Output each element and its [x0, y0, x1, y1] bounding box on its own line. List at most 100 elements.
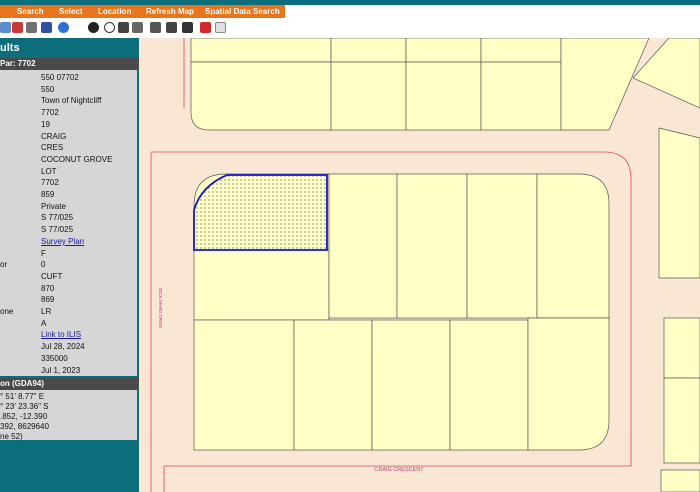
- identify-icon[interactable]: [88, 22, 99, 33]
- lot[interactable]: [480, 38, 562, 63]
- print-icon[interactable]: [26, 22, 37, 33]
- property-row: S 77/025: [0, 224, 137, 236]
- property-row: 7702: [0, 107, 137, 119]
- property-row: 19: [0, 119, 137, 131]
- coordinates-header: on (GDA94): [0, 378, 139, 390]
- street-label-dick-ward-drive: DICK WARD DRIVE: [158, 288, 163, 329]
- lot[interactable]: [658, 127, 700, 279]
- property-row: 7702: [0, 177, 137, 189]
- info-icon[interactable]: [58, 22, 69, 33]
- lot[interactable]: [371, 319, 451, 451]
- menu-search[interactable]: Search: [17, 5, 44, 18]
- property-link[interactable]: Survey Plan: [41, 236, 84, 248]
- panel-title: ults: [0, 42, 20, 54]
- property-value: 869: [41, 295, 55, 305]
- menu-spatial-data-search[interactable]: Spatial Data Search: [205, 5, 280, 18]
- property-row: F: [0, 248, 137, 260]
- property-row: A: [0, 318, 137, 330]
- property-value: 335000: [41, 353, 68, 363]
- save-icon[interactable]: [41, 22, 52, 33]
- lot[interactable]: [293, 319, 373, 451]
- property-value: Jul 28, 2024: [41, 342, 85, 352]
- property-value: CRAIG: [41, 131, 67, 141]
- property-row: S 77/025: [0, 212, 137, 224]
- lot[interactable]: [449, 319, 529, 451]
- menu-location[interactable]: Location: [98, 5, 131, 18]
- property-value: 550 07702: [41, 73, 79, 82]
- property-value: S 77/025: [41, 213, 74, 223]
- toolbar: [0, 18, 700, 38]
- property-row: 859: [0, 189, 137, 201]
- property-value: LOT: [41, 166, 57, 176]
- property-row: Jul 1, 2023: [0, 365, 137, 377]
- lot[interactable]: [480, 61, 562, 131]
- eraser-icon[interactable]: [215, 22, 226, 33]
- property-value: 0: [41, 260, 46, 270]
- clear-selection-icon[interactable]: [200, 22, 211, 33]
- map-canvas: CRAIG CRESCENT DICK WARD DRIVE: [139, 38, 700, 492]
- lot[interactable]: [663, 377, 700, 464]
- property-value: 7702: [41, 108, 59, 118]
- property-value: S 77/025: [41, 225, 74, 235]
- property-row: Private: [0, 201, 137, 213]
- coordinate-line: 392, 8629640: [0, 422, 49, 431]
- pan-icon[interactable]: [132, 22, 143, 33]
- layers-icon[interactable]: [182, 22, 193, 33]
- property-row: 335000: [0, 353, 137, 365]
- lot[interactable]: [330, 61, 407, 131]
- street-label-craig-crescent: CRAIG CRESCENT: [374, 467, 424, 473]
- lot[interactable]: [536, 173, 610, 319]
- lot[interactable]: [330, 38, 407, 63]
- map-view[interactable]: CRAIG CRESCENT DICK WARD DRIVE: [139, 38, 700, 492]
- lot[interactable]: [405, 61, 482, 131]
- property-link[interactable]: Link to ILIS: [41, 329, 81, 341]
- info-alt-icon[interactable]: [104, 22, 115, 33]
- lot[interactable]: [466, 173, 538, 319]
- zoom-out-icon[interactable]: [12, 22, 23, 33]
- property-value: 19: [41, 119, 50, 129]
- property-row: CRES: [0, 142, 137, 154]
- lot[interactable]: [190, 38, 332, 63]
- property-key: or: [0, 260, 8, 270]
- lot[interactable]: [193, 249, 330, 321]
- lot[interactable]: [660, 469, 700, 492]
- property-row: Jul 28, 2024: [0, 341, 137, 353]
- property-row: or 0: [0, 259, 137, 271]
- property-key: one: [0, 307, 14, 316]
- lot[interactable]: [405, 38, 482, 63]
- property-row: LOT: [0, 166, 137, 178]
- property-row: Link to ILIS: [0, 329, 137, 341]
- measure-icon[interactable]: [118, 22, 129, 33]
- parcel-section-header[interactable]: Par: 7702: [0, 58, 139, 70]
- lot[interactable]: [663, 317, 700, 379]
- lot[interactable]: [190, 61, 332, 131]
- coordinate-line: ne 52): [0, 432, 23, 441]
- menu-bar: Search Select Location Refresh Map Spati…: [0, 5, 285, 18]
- property-row: COCONUT GROVE: [0, 154, 137, 166]
- coordinates-box: ° 51' 8.77" E ° 23' 23.36" S .852, -12.390…: [0, 390, 137, 441]
- property-value: 7702: [41, 178, 59, 188]
- full-extent-icon[interactable]: [150, 22, 161, 33]
- property-value: LR: [41, 307, 52, 316]
- coordinate-line: ° 51' 8.77" E: [0, 392, 45, 401]
- property-value: 550: [41, 84, 55, 94]
- menu-select[interactable]: Select: [59, 5, 83, 18]
- lot[interactable]: [527, 317, 610, 451]
- lot[interactable]: [396, 173, 468, 319]
- coordinate-line: ° 23' 23.36" S: [0, 402, 49, 411]
- menu-refresh-map[interactable]: Refresh Map: [146, 5, 194, 18]
- property-row: CRAIG: [0, 131, 137, 143]
- property-row: 550 07702: [0, 72, 137, 84]
- bookmark-icon[interactable]: [166, 22, 177, 33]
- property-value: F: [41, 248, 46, 258]
- property-row: Town of Nightcliff: [0, 95, 137, 107]
- zoom-in-icon[interactable]: [0, 22, 11, 33]
- property-row: CUFT: [0, 271, 137, 283]
- lot[interactable]: [193, 319, 295, 451]
- property-row: 550: [0, 84, 137, 96]
- property-row: Survey Plan: [0, 236, 137, 248]
- selected-parcel[interactable]: [193, 174, 328, 251]
- coordinate-line: .852, -12.390: [0, 412, 48, 421]
- lot[interactable]: [328, 173, 398, 319]
- property-value: 870: [41, 283, 55, 293]
